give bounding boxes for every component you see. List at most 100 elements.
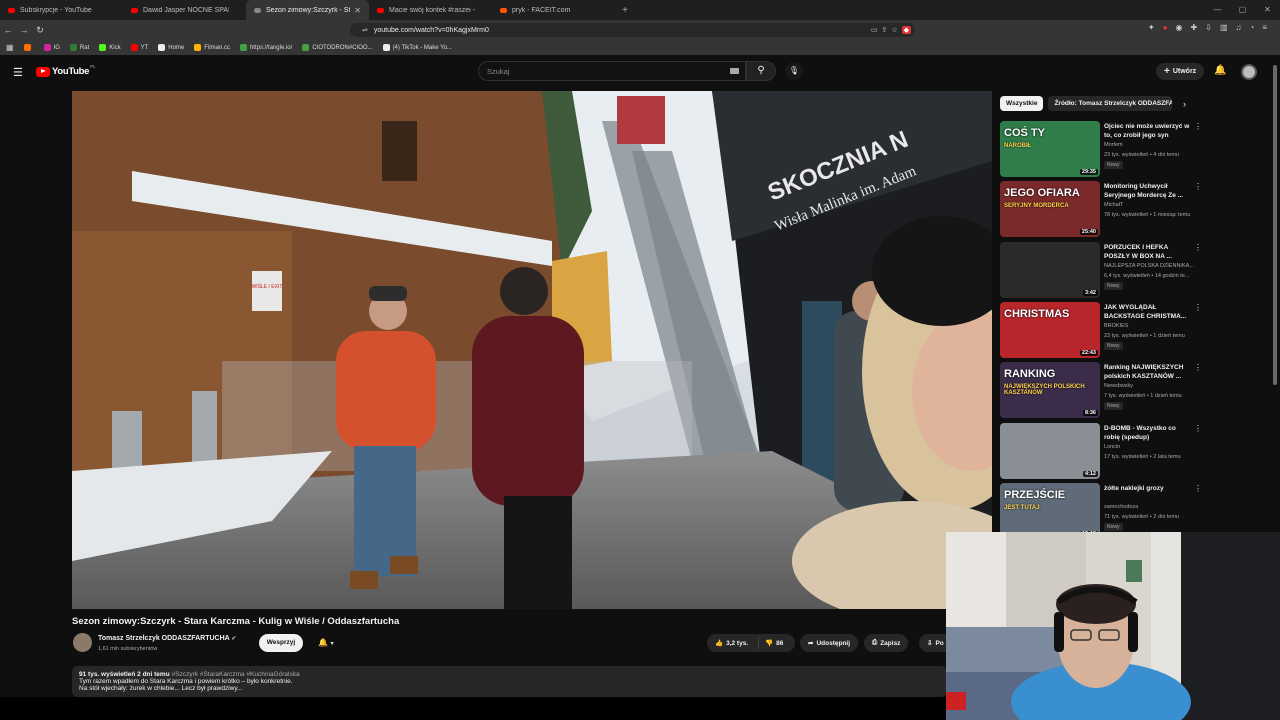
- record-extension-icon[interactable]: ●: [1163, 23, 1168, 32]
- recommended-channel[interactable]: Mortem: [1104, 142, 1123, 148]
- sidebar-toggle-icon[interactable]: ▥: [1220, 23, 1228, 32]
- recommended-channel[interactable]: Newsbwsky: [1104, 383, 1133, 389]
- video-thumbnail[interactable]: JEGO OFIARA SERYJNY MORDERCA 25:40: [1000, 181, 1100, 237]
- search-button[interactable]: ⚲: [746, 61, 776, 81]
- youtube-favicon-icon: [8, 7, 15, 13]
- share-button[interactable]: ➦ Udostępnij: [800, 634, 859, 652]
- youtube-logo[interactable]: YouTube PL: [36, 64, 96, 77]
- video-thumbnail[interactable]: CHRISTMAS 22:43: [1000, 302, 1100, 358]
- bookmark-ciotodron[interactable]: CIOTODRON#CIOO...: [302, 44, 373, 51]
- video-description[interactable]: 91 tys. wyświetleń 2 dni temu #Szczyrk #S…: [72, 666, 947, 697]
- reload-icon[interactable]: ↻: [32, 25, 48, 36]
- star-icon[interactable]: ☆: [891, 26, 897, 34]
- close-window-icon[interactable]: ✕: [1255, 0, 1280, 20]
- dislike-button[interactable]: 👎 86: [759, 639, 783, 648]
- recommended-video[interactable]: RANKING NAJWIĘKSZYCH POLSKICH KASZTANÓW 8:…: [1000, 362, 1202, 420]
- video-thumbnail[interactable]: PRZEJŚCIEJEST TUTAJ15:18: [1000, 483, 1100, 539]
- search-input[interactable]: Szukaj: [478, 61, 746, 81]
- bookmark-yt[interactable]: YT: [130, 44, 148, 51]
- new-tab-button[interactable]: +: [615, 5, 635, 16]
- window-controls: — ▢ ✕: [1205, 0, 1280, 20]
- save-button[interactable]: ⎙ Zapisz: [864, 634, 909, 652]
- music-icon[interactable]: ♫: [1236, 23, 1242, 32]
- chip-source-channel[interactable]: Źródło: Tomasz Strzelczyk ODDASZFA: [1048, 96, 1173, 111]
- forward-arrow-icon[interactable]: →: [16, 25, 32, 35]
- recommended-video[interactable]: JEGO OFIARA SERYJNY MORDERCA 25:40 Monitori…: [1000, 181, 1202, 239]
- recommended-channel[interactable]: NAJLEPSZA POLSKA DZIENNIKA...: [1104, 263, 1194, 269]
- tab-dawid-jasper[interactable]: Dawid Jasper NOCNE SPANIE #61 -: [123, 0, 246, 20]
- recommended-title[interactable]: JAK WYGLĄDAŁ BACKSTAGE CHRISTMA...: [1104, 303, 1192, 321]
- download-icon[interactable]: ⇩: [1205, 23, 1212, 32]
- minimize-icon[interactable]: —: [1205, 0, 1230, 20]
- channel-avatar[interactable]: [73, 633, 92, 652]
- more-options-icon[interactable]: ⋮: [1194, 182, 1202, 191]
- puzzle-extension-icon[interactable]: ✚: [1191, 23, 1198, 32]
- cast-icon[interactable]: ▭: [871, 26, 878, 34]
- recommended-channel[interactable]: BROKIES: [1104, 323, 1128, 329]
- support-button[interactable]: Wesprzyj: [259, 634, 303, 652]
- recommended-video[interactable]: 4:12 D-BOMB - Wszystko co robię (spedup) L…: [1000, 423, 1202, 481]
- recommended-title[interactable]: żółte naklejki grozy: [1104, 484, 1192, 493]
- page-scrollbar[interactable]: [1273, 65, 1277, 385]
- tab-current-video[interactable]: Sezon zimowy:Szczyrk - Stara✕: [246, 0, 369, 20]
- close-tab-icon[interactable]: ✕: [354, 6, 361, 15]
- video-thumbnail[interactable]: COŚ TY NAROBIŁ 29:35: [1000, 121, 1100, 177]
- recommended-channel[interactable]: Loncin: [1104, 444, 1120, 450]
- create-button[interactable]: + Utwórz: [1156, 63, 1205, 80]
- more-options-icon[interactable]: ⋮: [1194, 484, 1202, 493]
- tab-subscriptions[interactable]: Subskrypcje - YouTube: [0, 0, 123, 20]
- tab-faceit[interactable]: pryk - FACEIT.com: [492, 0, 615, 20]
- apps-grid-icon[interactable]: ▦: [6, 43, 14, 52]
- voice-search-button[interactable]: 🎙: [785, 62, 803, 80]
- video-thumbnail[interactable]: 3:42: [1000, 242, 1100, 298]
- download-button[interactable]: ⇩ Po: [919, 634, 947, 652]
- like-button[interactable]: 👍 3,2 tys.: [707, 637, 759, 649]
- recommended-video[interactable]: 3:42 PORZUCEK I HEFKA POSZŁY W BOX NA ...…: [1000, 242, 1202, 300]
- tab-macie-kontek[interactable]: Macie swój kontek #raszei - YouTube: [369, 0, 492, 20]
- recommended-title[interactable]: Monitoring Uchwycił Seryjnego Mordercę Z…: [1104, 182, 1192, 200]
- bookmark-kick[interactable]: Kick: [99, 44, 121, 51]
- more-options-icon[interactable]: ⋮: [1194, 243, 1202, 252]
- bookmark-1[interactable]: [23, 44, 34, 51]
- account-avatar[interactable]: [1241, 64, 1257, 80]
- back-arrow-icon[interactable]: ←: [0, 25, 16, 35]
- recommended-channel[interactable]: samochodoza: [1104, 504, 1138, 510]
- bookmark-tangle[interactable]: https://tangle.io/: [239, 44, 292, 51]
- notifications-bell-icon[interactable]: 🔔: [1214, 65, 1226, 76]
- menu-icon[interactable]: ≡: [1262, 23, 1267, 32]
- video-thumbnail[interactable]: RANKING NAJWIĘKSZYCH POLSKICH KASZTANÓW 8:…: [1000, 362, 1100, 418]
- more-options-icon[interactable]: ⋮: [1194, 424, 1202, 433]
- bookmark-tiktok[interactable]: (4) TikTok - Make Yo...: [382, 44, 452, 51]
- channel-name[interactable]: Tomasz Strzelczyk ODDASZFARTUCHA ✔: [98, 635, 236, 642]
- share-page-icon[interactable]: ⇪: [881, 26, 887, 34]
- keyboard-icon[interactable]: [730, 68, 739, 74]
- brave-shield-icon[interactable]: ◆: [901, 26, 911, 34]
- site-info-icon[interactable]: ⇌: [362, 26, 368, 34]
- more-options-icon[interactable]: ⋮: [1194, 122, 1202, 131]
- chevron-right-icon[interactable]: ›: [1183, 99, 1186, 109]
- recommended-title[interactable]: D-BOMB - Wszystko co robię (spedup): [1104, 424, 1192, 442]
- bookmark-rat[interactable]: Rat: [69, 44, 89, 51]
- video-thumbnail[interactable]: 4:12: [1000, 423, 1100, 479]
- bookmark-home[interactable]: Home: [158, 44, 184, 51]
- hamburger-menu-icon[interactable]: ☰: [13, 66, 23, 79]
- url-input[interactable]: ⇌ youtube.com/watch?v=0hKagjxMrm0 ▭ ⇪ ☆ …: [350, 23, 915, 37]
- subscription-bell-button[interactable]: 🔔 ▾: [311, 634, 341, 652]
- video-player[interactable]: WIŚLE / EXIT SKOCZNIA N Wisła Malinka im…: [72, 91, 992, 609]
- bookmark-filman[interactable]: Filman.cc: [194, 44, 230, 51]
- recommended-title[interactable]: Ranking NAJWIĘKSZYCH polskich KASZTANÓW …: [1104, 363, 1192, 381]
- chip-all[interactable]: Wszystkie: [1000, 96, 1044, 111]
- more-options-icon[interactable]: ⋮: [1194, 363, 1202, 372]
- recommended-channel[interactable]: MichałT: [1104, 202, 1123, 208]
- hashtags[interactable]: #Szczyrk #StaraKarczma #KuchniaGóralska: [172, 671, 300, 678]
- recommended-video[interactable]: COŚ TY NAROBIŁ 29:35 Ojciec nie może uwierz…: [1000, 121, 1202, 179]
- recommended-video[interactable]: CHRISTMAS 22:43 JAK WYGLĄDAŁ BACKSTAGE CHR…: [1000, 302, 1202, 360]
- more-options-icon[interactable]: ⋮: [1194, 303, 1202, 312]
- bookmark-ig[interactable]: IG: [43, 44, 60, 51]
- extension-icon[interactable]: ✦: [1148, 23, 1155, 32]
- vpn-extension-icon[interactable]: ◉: [1176, 23, 1183, 32]
- maximize-icon[interactable]: ▢: [1230, 0, 1255, 20]
- profile-icon[interactable]: ◔: [1250, 23, 1255, 32]
- recommended-title[interactable]: Ojciec nie może uwierzyć w to, co zrobił…: [1104, 122, 1192, 140]
- recommended-title[interactable]: PORZUCEK I HEFKA POSZŁY W BOX NA ...: [1104, 243, 1192, 261]
